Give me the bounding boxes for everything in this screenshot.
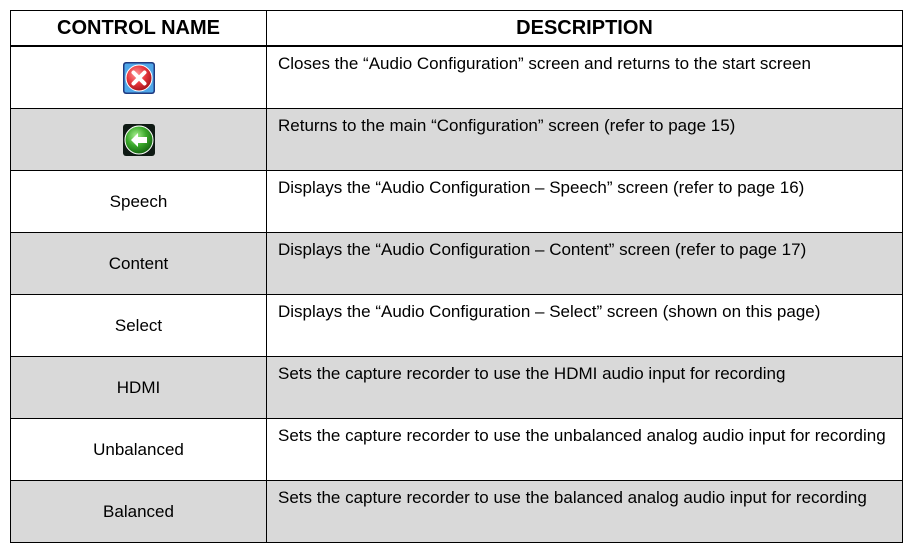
control-name-cell: Unbalanced (10, 418, 267, 481)
control-name-cell: HDMI (10, 356, 267, 419)
control-name-cell: Balanced (10, 480, 267, 543)
description-cell: Sets the capture recorder to use the unb… (266, 418, 903, 481)
description-cell: Closes the “Audio Configuration” screen … (266, 45, 903, 109)
description-cell: Displays the “Audio Configuration – Cont… (266, 232, 903, 295)
back-arrow-icon (122, 123, 156, 157)
control-name-cell: Content (10, 232, 267, 295)
table-row: Returns to the main “Configuration” scre… (10, 108, 903, 171)
description-cell: Displays the “Audio Configuration – Spee… (266, 170, 903, 233)
control-table: CONTROL NAME DESCRIPTION Closes the “Aud… (10, 10, 903, 543)
close-icon (122, 61, 156, 95)
description-cell: Returns to the main “Configuration” scre… (266, 108, 903, 171)
control-name-cell (10, 45, 267, 109)
header-control-name: CONTROL NAME (10, 10, 267, 47)
table-row: Balanced Sets the capture recorder to us… (10, 480, 903, 543)
control-name-cell (10, 108, 267, 171)
control-name-cell: Speech (10, 170, 267, 233)
table-row: Unbalanced Sets the capture recorder to … (10, 418, 903, 481)
description-cell: Displays the “Audio Configuration – Sele… (266, 294, 903, 357)
table-row: HDMI Sets the capture recorder to use th… (10, 356, 903, 419)
table-row: Content Displays the “Audio Configuratio… (10, 232, 903, 295)
header-description: DESCRIPTION (266, 10, 903, 47)
table-row: Select Displays the “Audio Configuration… (10, 294, 903, 357)
table-row: Closes the “Audio Configuration” screen … (10, 45, 903, 109)
control-name-cell: Select (10, 294, 267, 357)
header-row: CONTROL NAME DESCRIPTION (10, 10, 903, 47)
description-cell: Sets the capture recorder to use the bal… (266, 480, 903, 543)
description-cell: Sets the capture recorder to use the HDM… (266, 356, 903, 419)
table-row: Speech Displays the “Audio Configuration… (10, 170, 903, 233)
